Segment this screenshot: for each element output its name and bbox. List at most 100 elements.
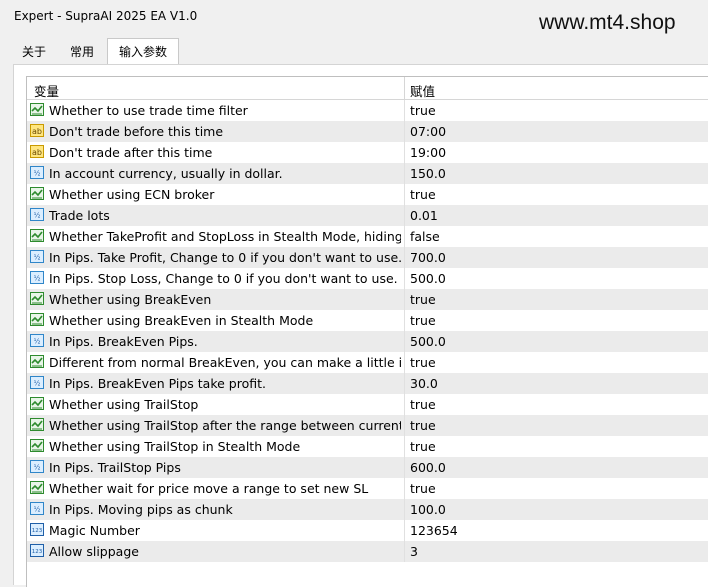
table-row[interactable]: ½ In Pips. Moving pips as chunk 100.0	[27, 499, 708, 520]
bool-icon	[30, 292, 44, 305]
column-divider	[404, 226, 405, 247]
parameter-name: Allow slippage	[49, 544, 139, 559]
column-divider	[404, 331, 405, 352]
bool-icon	[30, 397, 44, 410]
column-divider	[404, 415, 405, 436]
table-row[interactable]: Whether TakeProfit and StopLoss in Steal…	[27, 226, 708, 247]
bool-icon	[30, 229, 44, 242]
table-row[interactable]: Whether to use trade time filter true	[27, 100, 708, 121]
tab-about[interactable]: 关于	[13, 40, 55, 64]
parameter-value[interactable]: 30.0	[410, 376, 438, 391]
table-row[interactable]: 123 Magic Number 123654	[27, 520, 708, 541]
svg-text:ab: ab	[32, 127, 42, 136]
bool-icon	[30, 313, 44, 326]
svg-text:½: ½	[34, 254, 41, 262]
table-row[interactable]: Whether wait for price move a range to s…	[27, 478, 708, 499]
column-divider	[404, 289, 405, 310]
parameter-value[interactable]: false	[410, 229, 440, 244]
parameter-value[interactable]: 100.0	[410, 502, 446, 517]
table-row[interactable]: Whether using TrailStop true	[27, 394, 708, 415]
bool-icon	[30, 418, 44, 431]
column-divider	[404, 436, 405, 457]
tab-inputs[interactable]: 输入参数	[107, 38, 179, 65]
column-divider	[404, 184, 405, 205]
parameter-value[interactable]: true	[410, 187, 436, 202]
parameter-value[interactable]: 3	[410, 544, 418, 559]
parameter-value[interactable]: 0.01	[410, 208, 438, 223]
table-row[interactable]: Whether using BreakEven true	[27, 289, 708, 310]
column-divider	[404, 394, 405, 415]
column-divider	[404, 268, 405, 289]
svg-text:½: ½	[34, 275, 41, 283]
header-divider[interactable]	[404, 77, 405, 99]
parameter-name: In Pips. Stop Loss, Change to 0 if you d…	[49, 271, 398, 286]
watermark: www.mt4.shop	[539, 11, 676, 34]
parameter-value[interactable]: true	[410, 397, 436, 412]
table-row[interactable]: ½ In Pips. Stop Loss, Change to 0 if you …	[27, 268, 708, 289]
parameter-value[interactable]: true	[410, 313, 436, 328]
parameter-value[interactable]: 500.0	[410, 334, 446, 349]
parameter-value[interactable]: 19:00	[410, 145, 446, 160]
double-icon: ½	[30, 334, 44, 347]
parameter-value[interactable]: true	[410, 439, 436, 454]
column-divider	[404, 457, 405, 478]
table-row[interactable]: ½ In Pips. TrailStop Pips 600.0	[27, 457, 708, 478]
header-variable[interactable]: 变量	[34, 81, 59, 100]
table-row[interactable]: Whether using TrailStop in Stealth Mode t…	[27, 436, 708, 457]
header-value[interactable]: 赋值	[410, 81, 435, 100]
double-icon: ½	[30, 502, 44, 515]
tab-common[interactable]: 常用	[59, 40, 105, 64]
svg-text:½: ½	[34, 380, 41, 388]
parameter-value[interactable]: true	[410, 481, 436, 496]
double-icon: ½	[30, 271, 44, 284]
table-row[interactable]: ½ Trade lots 0.01	[27, 205, 708, 226]
double-icon: ½	[30, 460, 44, 473]
table-row[interactable]: ½ In Pips. BreakEven Pips take profit. 30.…	[27, 373, 708, 394]
table-row[interactable]: Whether using ECN broker true	[27, 184, 708, 205]
parameter-value[interactable]: 700.0	[410, 250, 446, 265]
int-icon: 123	[30, 523, 44, 536]
table-row[interactable]: Whether using BreakEven in Stealth Mode t…	[27, 310, 708, 331]
double-icon: ½	[30, 208, 44, 221]
parameter-value[interactable]: true	[410, 292, 436, 307]
parameter-value[interactable]: 07:00	[410, 124, 446, 139]
table-row[interactable]: ½ In Pips. BreakEven Pips. 500.0	[27, 331, 708, 352]
table-row[interactable]: 123 Allow slippage 3	[27, 541, 708, 562]
parameter-name: Magic Number	[49, 523, 140, 538]
column-divider	[404, 163, 405, 184]
table-row[interactable]: Whether using TrailStop after the range …	[27, 415, 708, 436]
parameter-value[interactable]: 150.0	[410, 166, 446, 181]
column-divider	[404, 121, 405, 142]
title-bar: Expert - SupraAI 2025 EA V1.0 www.mt4.sh…	[0, 0, 708, 34]
svg-text:123: 123	[32, 528, 43, 534]
column-divider	[404, 205, 405, 226]
table-row[interactable]: ½ In Pips. Take Profit, Change to 0 if yo…	[27, 247, 708, 268]
window-title: Expert - SupraAI 2025 EA V1.0	[14, 9, 198, 23]
parameter-name: In Pips. Moving pips as chunk	[49, 502, 233, 517]
column-divider	[404, 541, 405, 562]
parameter-value[interactable]: true	[410, 418, 436, 433]
parameter-value[interactable]: true	[410, 103, 436, 118]
parameters-table: 变量 赋值 Whether to use trade time filter tr…	[26, 76, 708, 587]
double-icon: ½	[30, 166, 44, 179]
bool-icon	[30, 355, 44, 368]
parameter-name: Whether wait for price move a range to s…	[49, 481, 369, 496]
parameter-name: Whether using BreakEven in Stealth Mode	[49, 313, 314, 328]
parameter-name: Whether using BreakEven	[49, 292, 212, 307]
table-row[interactable]: ab Don't trade before this time 07:00	[27, 121, 708, 142]
parameter-value[interactable]: 600.0	[410, 460, 446, 475]
parameter-name: Whether to use trade time filter	[49, 103, 248, 118]
svg-text:123: 123	[32, 549, 43, 555]
table-row[interactable]: ½ In account currency, usually in dollar.…	[27, 163, 708, 184]
table-row[interactable]: Different from normal BreakEven, you can…	[27, 352, 708, 373]
column-divider	[404, 499, 405, 520]
column-divider	[404, 373, 405, 394]
svg-text:½: ½	[34, 338, 41, 346]
parameter-name: Trade lots	[49, 208, 110, 223]
parameter-name: Don't trade before this time	[49, 124, 224, 139]
parameter-value[interactable]: true	[410, 355, 436, 370]
parameter-value[interactable]: 500.0	[410, 271, 446, 286]
parameter-value[interactable]: 123654	[410, 523, 458, 538]
table-row[interactable]: ab Don't trade after this time 19:00	[27, 142, 708, 163]
int-icon: 123	[30, 544, 44, 557]
